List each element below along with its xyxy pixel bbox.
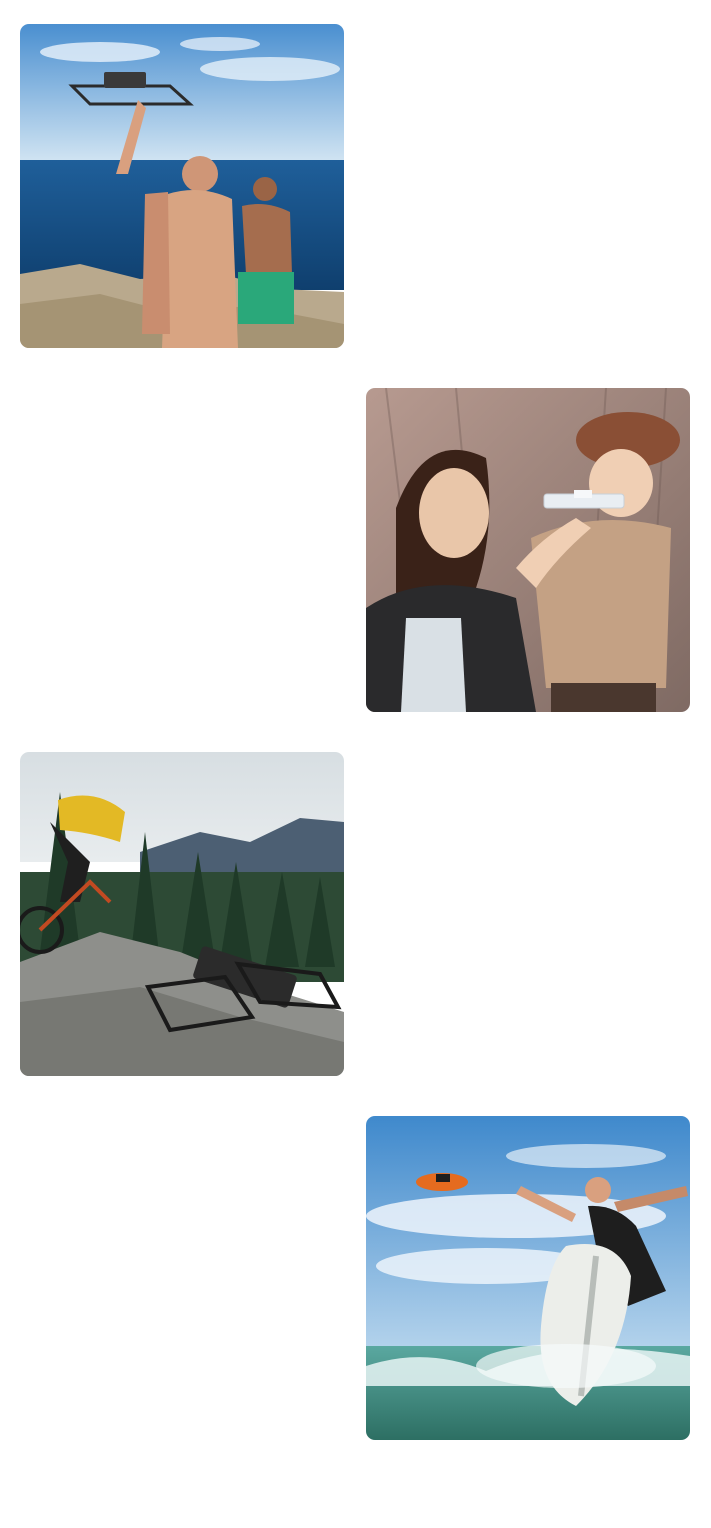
- surfer-photo: [366, 1116, 690, 1440]
- cliff-drone-photo: [20, 24, 344, 348]
- gallery-image-cliff-drone[interactable]: [20, 24, 344, 348]
- gallery-image-surfer-drone[interactable]: [366, 1116, 690, 1440]
- mountain-bike-photo: [20, 752, 344, 1076]
- gallery-image-mother-child-drone[interactable]: [366, 388, 690, 712]
- gallery-image-mountain-bike-drone[interactable]: [20, 752, 344, 1076]
- mother-child-photo: [366, 388, 690, 712]
